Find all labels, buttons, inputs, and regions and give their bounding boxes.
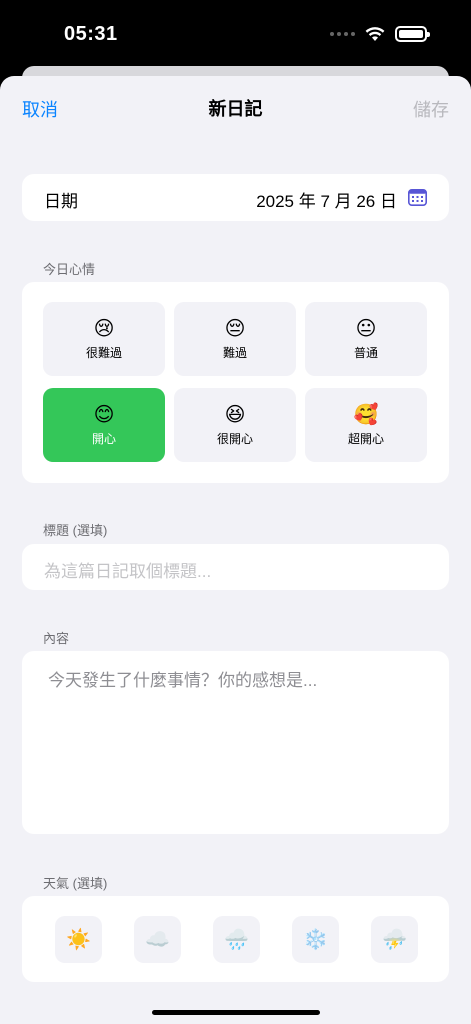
mood-label: 普通 [353,346,378,360]
cloud-icon: ☁️ [145,929,170,951]
status-bar: 05:31 [0,0,471,70]
date-row[interactable]: 日期 2025 年 7 月 26 日 [22,174,449,221]
mood-happy-button[interactable]: 😊 開心 [43,388,165,462]
pensive-face-icon: 😔 [224,318,246,340]
content-field[interactable]: 今天發生了什麼事情？你的感想是... [22,651,449,834]
calendar-icon[interactable] [408,188,427,206]
weather-stormy-button[interactable]: ⛈️ [371,916,418,963]
title-input[interactable]: 為這篇日記取個標題... [44,557,211,582]
navigation-bar: 取消 新日記 儲存 [0,76,471,140]
page-title: 新日記 [208,99,263,119]
mood-label: 超開心 [347,432,384,446]
content-section-label: 內容 [43,631,70,646]
new-diary-sheet: 取消 新日記 儲存 日期 2025 年 7 月 26 日 今日心情 😢 很難過 … [0,76,471,1024]
status-icons [330,26,430,42]
mood-label: 開心 [91,432,116,446]
weather-picker: ☀️ ☁️ 🌧️ ❄️ ⛈️ [22,896,449,982]
mood-grid: 😢 很難過 😔 難過 😐 普通 😊 開心 😆 很開心 🥰 超開心 [43,302,427,462]
status-time: 05:31 [64,23,118,45]
smiling-face-icon: 😊 [93,404,115,426]
title-section-label: 標題 (選填) [43,523,108,538]
wifi-icon [365,26,385,41]
battery-icon [395,26,430,42]
mood-label: 很開心 [216,432,253,446]
weather-cloudy-button[interactable]: ☁️ [134,916,181,963]
mood-neutral-button[interactable]: 😐 普通 [305,302,427,376]
weather-snowy-button[interactable]: ❄️ [292,916,339,963]
rain-cloud-icon: 🌧️ [224,929,249,951]
mood-very-happy-button[interactable]: 😆 很開心 [174,388,296,462]
title-field[interactable]: 為這篇日記取個標題... [22,544,449,590]
weather-options: ☀️ ☁️ 🌧️ ❄️ ⛈️ [55,916,418,963]
date-value[interactable]: 2025 年 7 月 26 日 [256,187,397,212]
mood-very-sad-button[interactable]: 😢 很難過 [43,302,165,376]
mood-label: 很難過 [85,346,122,360]
neutral-face-icon: 😐 [355,318,377,340]
cellular-signal-icon [330,32,355,36]
smiling-face-with-hearts-icon: 🥰 [353,404,379,426]
storm-cloud-icon: ⛈️ [382,929,407,951]
home-indicator[interactable] [152,1010,320,1015]
weather-rainy-button[interactable]: 🌧️ [213,916,260,963]
date-label: 日期 [44,192,78,211]
mood-super-happy-button[interactable]: 🥰 超開心 [305,388,427,462]
content-textarea[interactable]: 今天發生了什麼事情？你的感想是... [48,666,317,691]
grinning-squinting-face-icon: 😆 [224,404,246,426]
weather-section-label: 天氣 (選填) [43,876,108,891]
mood-sad-button[interactable]: 😔 難過 [174,302,296,376]
weather-sunny-button[interactable]: ☀️ [55,916,102,963]
snowflake-icon: ❄️ [303,929,328,951]
mood-label: 難過 [222,346,247,360]
crying-face-icon: 😢 [93,318,115,340]
save-button[interactable]: 儲存 [413,96,449,122]
sun-icon: ☀️ [66,929,91,951]
mood-picker: 😢 很難過 😔 難過 😐 普通 😊 開心 😆 很開心 🥰 超開心 [22,282,449,483]
mood-section-label: 今日心情 [43,262,96,277]
